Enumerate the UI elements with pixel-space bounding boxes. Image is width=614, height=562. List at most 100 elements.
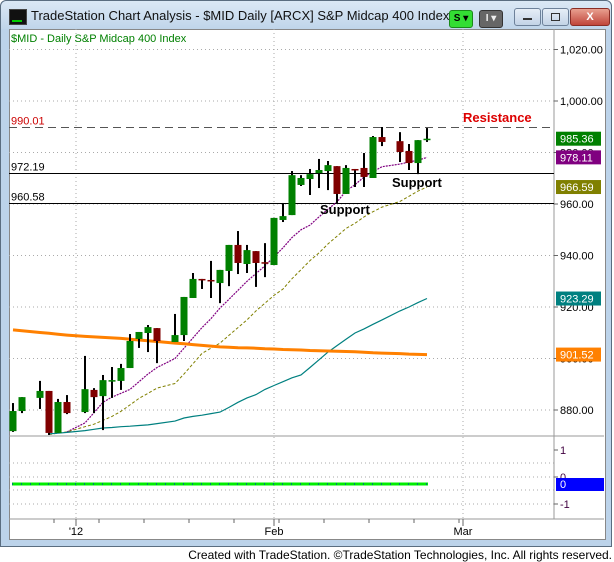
candle-body [45, 390, 53, 433]
candle-body [288, 175, 296, 216]
moving-average-line [12, 328, 428, 357]
candle-body [63, 402, 71, 414]
candle-body [207, 279, 215, 282]
candle-body [36, 390, 44, 398]
candle-body [153, 328, 161, 341]
chart-header: $MID - Daily S&P Midcap 400 Index [11, 33, 187, 45]
indicator-tick-label: 1 [560, 445, 566, 457]
candle-body [297, 177, 305, 185]
candle-body [342, 167, 350, 194]
candle-body [351, 168, 359, 171]
candle-body [252, 251, 260, 263]
moving-average-badge: 923.29 [560, 294, 594, 306]
date-axis[interactable]: '12 Feb Mar [53, 519, 473, 538]
candle-body [189, 278, 197, 298]
moving-average-badge: 901.52 [560, 350, 594, 362]
candle [63, 395, 71, 415]
candle-body [243, 250, 251, 264]
candle [288, 171, 296, 216]
candle [342, 165, 350, 194]
candle-body [90, 389, 98, 398]
candle [333, 166, 341, 203]
candle [9, 403, 17, 432]
candle [117, 363, 125, 390]
candle-body [378, 137, 386, 142]
candle-body [108, 380, 116, 382]
candle [144, 325, 152, 353]
price-tick-label: 1,020.00 [560, 45, 603, 57]
candle-body [171, 335, 179, 343]
candle [360, 153, 368, 188]
indicator-badge: 0 [560, 479, 566, 491]
candle-body [117, 368, 125, 381]
candle [324, 160, 332, 191]
candle-body [126, 340, 134, 369]
support-label-lower: Support [320, 202, 370, 217]
price-tick-label: 1,000.00 [560, 96, 603, 108]
candle-body [180, 296, 188, 336]
candle [234, 231, 242, 275]
candle-body [369, 137, 377, 178]
candle-body [99, 380, 107, 397]
candle [378, 127, 386, 147]
candle [54, 398, 62, 433]
candle [396, 132, 404, 163]
level-label: 960.58 [11, 192, 45, 204]
candle [99, 374, 107, 431]
price-tick-label: 940.00 [560, 251, 594, 263]
candle [261, 243, 269, 278]
date-tick-label: Mar [454, 526, 473, 538]
candle [414, 140, 422, 175]
candle [369, 136, 377, 178]
indicator-tick-label: -1 [560, 499, 570, 511]
candle [36, 380, 44, 409]
candle-body [405, 150, 413, 164]
candle [207, 260, 215, 298]
moving-average-line [66, 156, 428, 433]
candle-body [54, 402, 62, 433]
moving-average-line [48, 297, 428, 435]
candle-body [18, 397, 26, 412]
candle [243, 244, 251, 274]
candle [18, 397, 26, 414]
price-tick-label: 880.00 [560, 405, 594, 417]
moving-average-badge: 966.59 [560, 182, 594, 194]
grid [9, 29, 554, 519]
candle [198, 278, 206, 289]
candle [252, 251, 260, 287]
level-label: 990.01 [11, 116, 45, 128]
copyright-footer: Created with TradeStation. ©TradeStation… [188, 548, 612, 562]
candle-body [198, 278, 206, 281]
candle-body [333, 166, 341, 194]
price-chart[interactable]: $MID - Daily S&P Midcap 400 Index 990.01… [0, 0, 614, 562]
candle-body [9, 411, 17, 432]
date-tick-label: Feb [265, 526, 284, 538]
candle [171, 313, 179, 343]
candle-body [144, 327, 152, 334]
last-price-badge: 985.36 [560, 134, 594, 146]
candle [108, 366, 116, 398]
price-badges: 985.36 978.11 966.59 923.29 901.52 [556, 131, 601, 362]
indicator-pane: 10-10 [12, 445, 604, 511]
candle [180, 296, 188, 341]
candle-body [81, 389, 89, 413]
candle [45, 390, 53, 435]
candle [405, 144, 413, 171]
levels-layer: 990.01 972.19 960.58 [9, 116, 554, 204]
candle [270, 217, 278, 266]
candle-body [360, 167, 368, 177]
resistance-label: Resistance [463, 110, 532, 125]
support-label-upper: Support [392, 175, 442, 190]
candle-body [234, 244, 242, 263]
level-label: 972.19 [11, 162, 45, 174]
candle-body [279, 216, 287, 220]
candle-body [216, 269, 224, 284]
candle [225, 244, 233, 287]
candle [423, 128, 431, 142]
candle-body [414, 140, 422, 164]
date-tick-label: '12 [69, 526, 83, 538]
candle [189, 273, 197, 298]
candle-body [324, 165, 332, 172]
moving-average-line [48, 186, 428, 435]
candle [81, 355, 89, 414]
